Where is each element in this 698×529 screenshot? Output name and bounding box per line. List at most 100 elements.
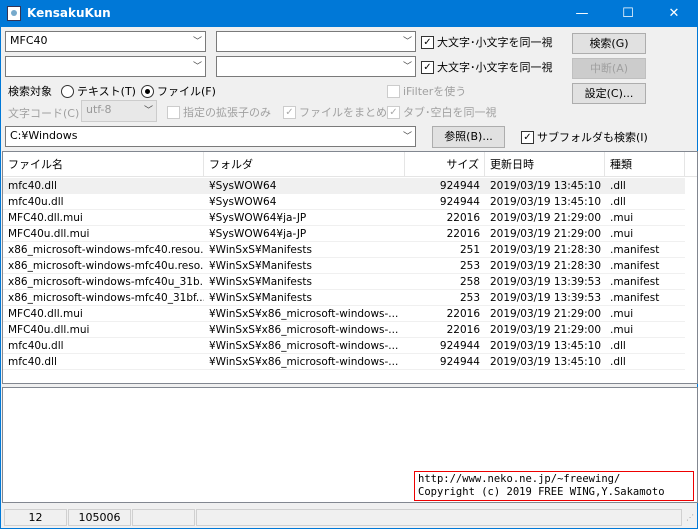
cell-modified: 2019/03/19 21:29:00 xyxy=(490,212,602,224)
cell-type: .dll xyxy=(610,196,626,208)
cell-type: .dll xyxy=(610,340,626,352)
checkbox-checked-icon: ✓ xyxy=(421,35,434,49)
subfolders-checkbox[interactable]: ✓ サブフォルダも検索(I) xyxy=(521,129,648,145)
settings-button[interactable]: 設定(C)... xyxy=(572,83,646,104)
app-window: KensakuKun — ☐ ✕ MFC40 ﹀ ﹀ ✓ 大文字･小文字を同一視 検… xyxy=(0,0,698,529)
group-files-label: ファイルをまとめる xyxy=(299,106,398,119)
chevron-down-icon[interactable]: ﹀ xyxy=(403,129,412,142)
list-header: ファイル名 フォルダ サイズ 更新日時 種類 xyxy=(3,152,697,177)
cell-modified: 2019/03/19 13:45:10 xyxy=(490,340,602,352)
cell-size: 924944 xyxy=(439,356,480,368)
minimize-button[interactable]: — xyxy=(559,1,605,27)
status-bar: 12 105006 ⋰ xyxy=(2,507,698,527)
radio-file[interactable]: ファイル(F) xyxy=(141,83,216,99)
pattern2-combo[interactable]: ﹀ xyxy=(216,31,416,52)
pattern4-combo[interactable]: ﹀ xyxy=(216,56,416,77)
preview-pane[interactable]: http://www.neko.ne.jp/~freewing/ Copyrig… xyxy=(2,387,698,503)
radio-file-label: ファイル(F) xyxy=(157,85,216,98)
cell-file-name: x86_microsoft-windows-mfc40.resou... xyxy=(8,244,204,256)
ext-only-checkbox[interactable]: 指定の拡張子のみ xyxy=(167,104,271,120)
cell-folder: ¥WinSxS¥Manifests xyxy=(209,260,312,272)
cell-file-name: MFC40u.dll.mui xyxy=(8,324,90,336)
radio-text[interactable]: テキスト(T) xyxy=(61,83,136,99)
cell-folder: ¥WinSxS¥x86_microsoft-windows-... xyxy=(209,340,399,352)
cell-type: .mui xyxy=(610,212,634,224)
checkbox-checked-icon: ✓ xyxy=(421,60,434,74)
resize-grip-icon[interactable]: ⋰ xyxy=(686,513,694,522)
results-list[interactable]: ファイル名 フォルダ サイズ 更新日時 種類 mfc40.dll ¥SysWOW6… xyxy=(2,151,698,384)
maximize-button[interactable]: ☐ xyxy=(605,1,651,27)
cell-folder: ¥WinSxS¥Manifests xyxy=(209,244,312,256)
table-row[interactable]: mfc40.dll ¥WinSxS¥x86_microsoft-windows-.… xyxy=(3,354,685,370)
path-combo[interactable]: C:¥Windows ﹀ xyxy=(5,126,416,147)
cell-modified: 2019/03/19 21:29:00 xyxy=(490,228,602,240)
cell-folder: ¥WinSxS¥Manifests xyxy=(209,292,312,304)
search-button[interactable]: 検索(G) xyxy=(572,33,646,54)
cell-modified: 2019/03/19 13:45:10 xyxy=(490,180,602,192)
cell-folder: ¥SysWOW64¥ja-JP xyxy=(209,228,307,240)
cell-type: .mui xyxy=(610,228,634,240)
table-row[interactable]: mfc40u.dll ¥WinSxS¥x86_microsoft-windows-… xyxy=(3,338,685,354)
status-field-3 xyxy=(132,509,195,526)
status-field-4 xyxy=(196,509,682,526)
close-button[interactable]: ✕ xyxy=(651,1,697,27)
cell-type: .manifest xyxy=(610,276,660,288)
encoding-label: 文字コード(C) xyxy=(8,107,80,120)
table-row[interactable]: MFC40.dll.mui ¥SysWOW64¥ja-JP 22016 2019/03… xyxy=(3,210,685,226)
column-header-date[interactable]: 更新日時 xyxy=(485,152,605,177)
browse-button[interactable]: 参照(B)... xyxy=(432,126,505,148)
column-header-size[interactable]: サイズ xyxy=(405,152,485,177)
cell-file-name: mfc40u.dll xyxy=(8,340,64,352)
pattern1-value: MFC40 xyxy=(10,34,48,47)
cell-modified: 2019/03/19 13:39:53 xyxy=(490,292,602,304)
ifilter-label: iFilterを使う xyxy=(403,85,467,98)
ignore-case-1-checkbox[interactable]: ✓ 大文字･小文字を同一視 xyxy=(421,34,553,50)
radio-text-label: テキスト(T) xyxy=(77,85,136,98)
table-row[interactable]: MFC40u.dll.mui ¥WinSxS¥x86_microsoft-wind… xyxy=(3,322,685,338)
table-row[interactable]: mfc40.dll ¥SysWOW64 924944 2019/03/19 13:45… xyxy=(3,178,685,194)
target-label: 検索対象 xyxy=(8,85,52,98)
ifilter-checkbox[interactable]: iFilterを使う xyxy=(387,83,466,99)
table-row[interactable]: x86_microsoft-windows-mfc40_31bf... ¥WinS… xyxy=(3,290,685,306)
table-row[interactable]: x86_microsoft-windows-mfc40.resou... ¥Win… xyxy=(3,242,685,258)
table-row[interactable]: MFC40.dll.mui ¥WinSxS¥x86_microsoft-windo… xyxy=(3,306,685,322)
title-bar: KensakuKun — ☐ ✕ xyxy=(1,1,697,27)
cell-file-name: x86_microsoft-windows-mfc40u.reso... xyxy=(8,260,204,272)
credit-copyright: Copyright (c) 2019 FREE WING,Y.Sakamoto xyxy=(418,486,665,498)
column-header-folder[interactable]: フォルダ xyxy=(204,152,405,177)
cell-type: .mui xyxy=(610,324,634,336)
cell-folder: ¥SysWOW64 xyxy=(209,180,277,192)
credit-box: http://www.neko.ne.jp/~freewing/ Copyrig… xyxy=(414,471,694,501)
chevron-down-icon[interactable]: ﹀ xyxy=(193,34,202,47)
abort-button[interactable]: 中断(A) xyxy=(572,58,646,79)
tab-space-checkbox[interactable]: ✓ タブ･空白を同一視 xyxy=(387,104,497,120)
ignore-case-2-checkbox[interactable]: ✓ 大文字･小文字を同一視 xyxy=(421,59,553,75)
table-row[interactable]: MFC40u.dll.mui ¥SysWOW64¥ja-JP 22016 2019/0… xyxy=(3,226,685,242)
column-header-type[interactable]: 種類 xyxy=(605,152,685,177)
checkbox-icon xyxy=(167,105,180,119)
table-row[interactable]: x86_microsoft-windows-mfc40u_31b... ¥WinS… xyxy=(3,274,685,290)
pattern1-combo[interactable]: MFC40 ﹀ xyxy=(5,31,206,52)
cell-file-name: MFC40u.dll.mui xyxy=(8,228,90,240)
chevron-down-icon: ﹀ xyxy=(143,106,153,116)
checkbox-icon xyxy=(387,84,400,98)
cell-size: 22016 xyxy=(446,212,480,224)
cell-modified: 2019/03/19 13:45:10 xyxy=(490,356,602,368)
ext-only-label: 指定の拡張子のみ xyxy=(183,106,271,119)
cell-file-name: mfc40.dll xyxy=(8,356,57,368)
cell-file-name: x86_microsoft-windows-mfc40_31bf... xyxy=(8,292,204,304)
path-value: C:¥Windows xyxy=(10,129,78,142)
column-header-name[interactable]: ファイル名 xyxy=(3,152,204,177)
cell-size: 924944 xyxy=(439,196,480,208)
group-files-checkbox[interactable]: ✓ ファイルをまとめる xyxy=(283,104,398,120)
chevron-down-icon[interactable]: ﹀ xyxy=(193,59,202,72)
pattern3-combo[interactable]: ﹀ xyxy=(5,56,206,77)
cell-size: 22016 xyxy=(446,308,480,320)
checkbox-checked-icon: ✓ xyxy=(283,105,296,119)
chevron-down-icon[interactable]: ﹀ xyxy=(403,34,412,47)
table-row[interactable]: mfc40u.dll ¥SysWOW64 924944 2019/03/19 13:4… xyxy=(3,194,685,210)
chevron-down-icon[interactable]: ﹀ xyxy=(403,59,412,72)
cell-modified: 2019/03/19 21:29:00 xyxy=(490,324,602,336)
table-row[interactable]: x86_microsoft-windows-mfc40u.reso... ¥Win… xyxy=(3,258,685,274)
encoding-select[interactable]: utf-8 ﹀ xyxy=(81,100,157,122)
